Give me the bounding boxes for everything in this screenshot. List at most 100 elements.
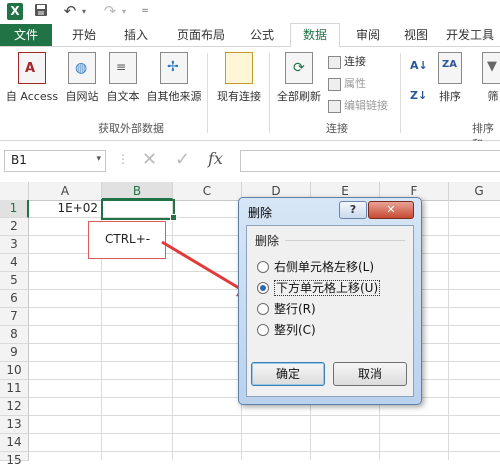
ribbon-separator bbox=[400, 53, 401, 133]
sort-ascending-icon[interactable]: A↓ bbox=[410, 57, 428, 75]
tab-home[interactable]: 开始 bbox=[62, 24, 106, 46]
row-header-14[interactable]: 14 bbox=[0, 434, 29, 452]
access-icon: A bbox=[18, 52, 46, 84]
tab-data[interactable]: 数据 bbox=[290, 23, 340, 48]
tab-page-layout[interactable]: 页面布局 bbox=[168, 24, 234, 46]
tab-developer[interactable]: 开发工具 bbox=[446, 24, 500, 46]
name-box[interactable]: B1 ▾ bbox=[4, 150, 106, 172]
delete-group-label: 删除 bbox=[255, 234, 280, 248]
from-other-sources-button[interactable]: ✢ 自其他来源 bbox=[144, 52, 204, 104]
delete-dialog: 删除 ? ✕ 删除 右侧单元格左移(L) 下方单元格上移(U) 整行(R) 整列… bbox=[238, 197, 422, 405]
edit-links-button[interactable]: 编辑链接 bbox=[328, 97, 388, 115]
undo-icon[interactable]: ↶ bbox=[62, 3, 78, 20]
delete-group-line bbox=[285, 240, 405, 241]
properties-button[interactable]: 属性 bbox=[328, 75, 366, 93]
grid-line bbox=[448, 200, 449, 460]
active-cell-b1[interactable] bbox=[101, 199, 175, 220]
from-text-button[interactable]: ≡ 自文本 bbox=[104, 52, 142, 104]
column-header-b[interactable]: B bbox=[102, 182, 173, 200]
redo-dropdown-icon[interactable]: ▾ bbox=[120, 3, 128, 20]
column-header-c[interactable]: C bbox=[173, 182, 242, 200]
row-header-3[interactable]: 3 bbox=[0, 236, 29, 254]
grid-line bbox=[28, 433, 500, 434]
row-header-13[interactable]: 13 bbox=[0, 416, 29, 434]
ribbon-separator bbox=[207, 53, 208, 133]
from-text-label: 自文本 bbox=[106, 90, 140, 103]
option-shift-left-label: 右侧单元格左移(L) bbox=[274, 260, 375, 274]
grid-line bbox=[28, 415, 500, 416]
from-access-label: 自 Access bbox=[5, 90, 59, 103]
row-header-5[interactable]: 5 bbox=[0, 272, 29, 290]
edit-links-label: 编辑链接 bbox=[344, 99, 388, 112]
row-header-9[interactable]: 9 bbox=[0, 344, 29, 362]
from-other-sources-label: 自其他来源 bbox=[146, 90, 202, 103]
sort-button[interactable]: ZA 排序 bbox=[434, 52, 466, 104]
formula-input[interactable] bbox=[240, 150, 500, 172]
excel-icon: X bbox=[7, 3, 23, 20]
row-header-11[interactable]: 11 bbox=[0, 380, 29, 398]
sort-descending-icon[interactable]: Z↓ bbox=[410, 87, 427, 105]
dialog-help-button[interactable]: ? bbox=[339, 201, 367, 219]
tab-review[interactable]: 审阅 bbox=[346, 24, 390, 46]
filter-button[interactable]: ▼ 筛 bbox=[478, 52, 500, 104]
radio-shift-left[interactable] bbox=[257, 260, 269, 273]
ok-button[interactable]: 确定 bbox=[251, 362, 325, 386]
customize-qat-icon[interactable]: = bbox=[140, 3, 150, 20]
existing-connections-label: 现有连接 bbox=[217, 90, 261, 103]
sort-label: 排序 bbox=[439, 90, 461, 103]
from-web-button[interactable]: ◍ 自网站 bbox=[62, 52, 102, 104]
row-header-4[interactable]: 4 bbox=[0, 254, 29, 272]
tab-view[interactable]: 视图 bbox=[396, 24, 436, 46]
row-header-10[interactable]: 10 bbox=[0, 362, 29, 380]
row-header-8[interactable]: 8 bbox=[0, 326, 29, 344]
web-icon: ◍ bbox=[68, 52, 96, 84]
radio-entire-row[interactable] bbox=[257, 302, 269, 315]
option-entire-column[interactable]: 整列(C) bbox=[257, 321, 316, 339]
dialog-close-button[interactable]: ✕ bbox=[368, 201, 414, 219]
row-header-12[interactable]: 12 bbox=[0, 398, 29, 416]
column-header-a[interactable]: A bbox=[29, 182, 102, 200]
undo-dropdown-icon[interactable]: ▾ bbox=[80, 3, 88, 20]
from-access-button[interactable]: A 自 Access bbox=[4, 52, 60, 104]
option-shift-cells-up[interactable]: 下方单元格上移(U) bbox=[257, 279, 381, 297]
row-header-7[interactable]: 7 bbox=[0, 308, 29, 326]
option-shift-cells-left[interactable]: 右侧单元格左移(L) bbox=[257, 258, 374, 276]
get-external-data-group-label: 获取外部数据 bbox=[98, 122, 164, 135]
grid-line bbox=[28, 451, 500, 452]
option-entire-row[interactable]: 整行(R) bbox=[257, 300, 316, 318]
title-bar: X ↶ ▾ ↷ ▾ = bbox=[0, 0, 500, 25]
name-box-value: B1 bbox=[11, 153, 27, 167]
tab-insert[interactable]: 插入 bbox=[114, 24, 158, 46]
other-sources-icon: ✢ bbox=[160, 52, 188, 84]
formula-bar-grip-icon: ⋮ bbox=[117, 152, 129, 166]
ribbon-tabs: 文件 开始 插入 页面布局 公式 数据 审阅 视图 开发工具 bbox=[0, 23, 500, 48]
radio-shift-up[interactable] bbox=[257, 281, 269, 294]
name-box-dropdown-icon[interactable]: ▾ bbox=[96, 154, 101, 164]
connections-icon bbox=[328, 55, 341, 69]
row-header-2[interactable]: 2 bbox=[0, 218, 29, 236]
select-all-corner[interactable] bbox=[0, 182, 29, 200]
cancel-button[interactable]: 取消 bbox=[333, 362, 407, 386]
tab-formulas[interactable]: 公式 bbox=[242, 24, 282, 46]
existing-connections-icon bbox=[225, 52, 253, 84]
save-icon[interactable] bbox=[34, 3, 48, 20]
column-header-g[interactable]: G bbox=[449, 182, 500, 200]
row-header-1[interactable]: 1 bbox=[0, 200, 29, 218]
properties-label: 属性 bbox=[344, 77, 366, 90]
enter-icon[interactable]: ✓ bbox=[175, 149, 190, 170]
existing-connections-button[interactable]: 现有连接 bbox=[212, 52, 266, 104]
ribbon-separator bbox=[269, 53, 270, 133]
cancel-icon[interactable]: ✕ bbox=[142, 149, 157, 170]
radio-entire-column[interactable] bbox=[257, 323, 269, 336]
properties-icon bbox=[328, 77, 341, 91]
shortcut-annotation-text: CTRL+- bbox=[105, 232, 151, 246]
refresh-all-button[interactable]: ⟳ 全部刷新 bbox=[274, 52, 324, 104]
fill-handle[interactable] bbox=[170, 214, 177, 221]
filter-icon: ▼ bbox=[482, 52, 500, 84]
tab-file[interactable]: 文件 bbox=[0, 24, 52, 46]
connections-button[interactable]: 连接 bbox=[328, 53, 366, 71]
cell-a1[interactable]: 1E+02 bbox=[40, 200, 98, 217]
row-header-6[interactable]: 6 bbox=[0, 290, 29, 308]
insert-function-icon[interactable]: fx bbox=[208, 149, 223, 168]
redo-icon[interactable]: ↷ bbox=[102, 3, 118, 20]
